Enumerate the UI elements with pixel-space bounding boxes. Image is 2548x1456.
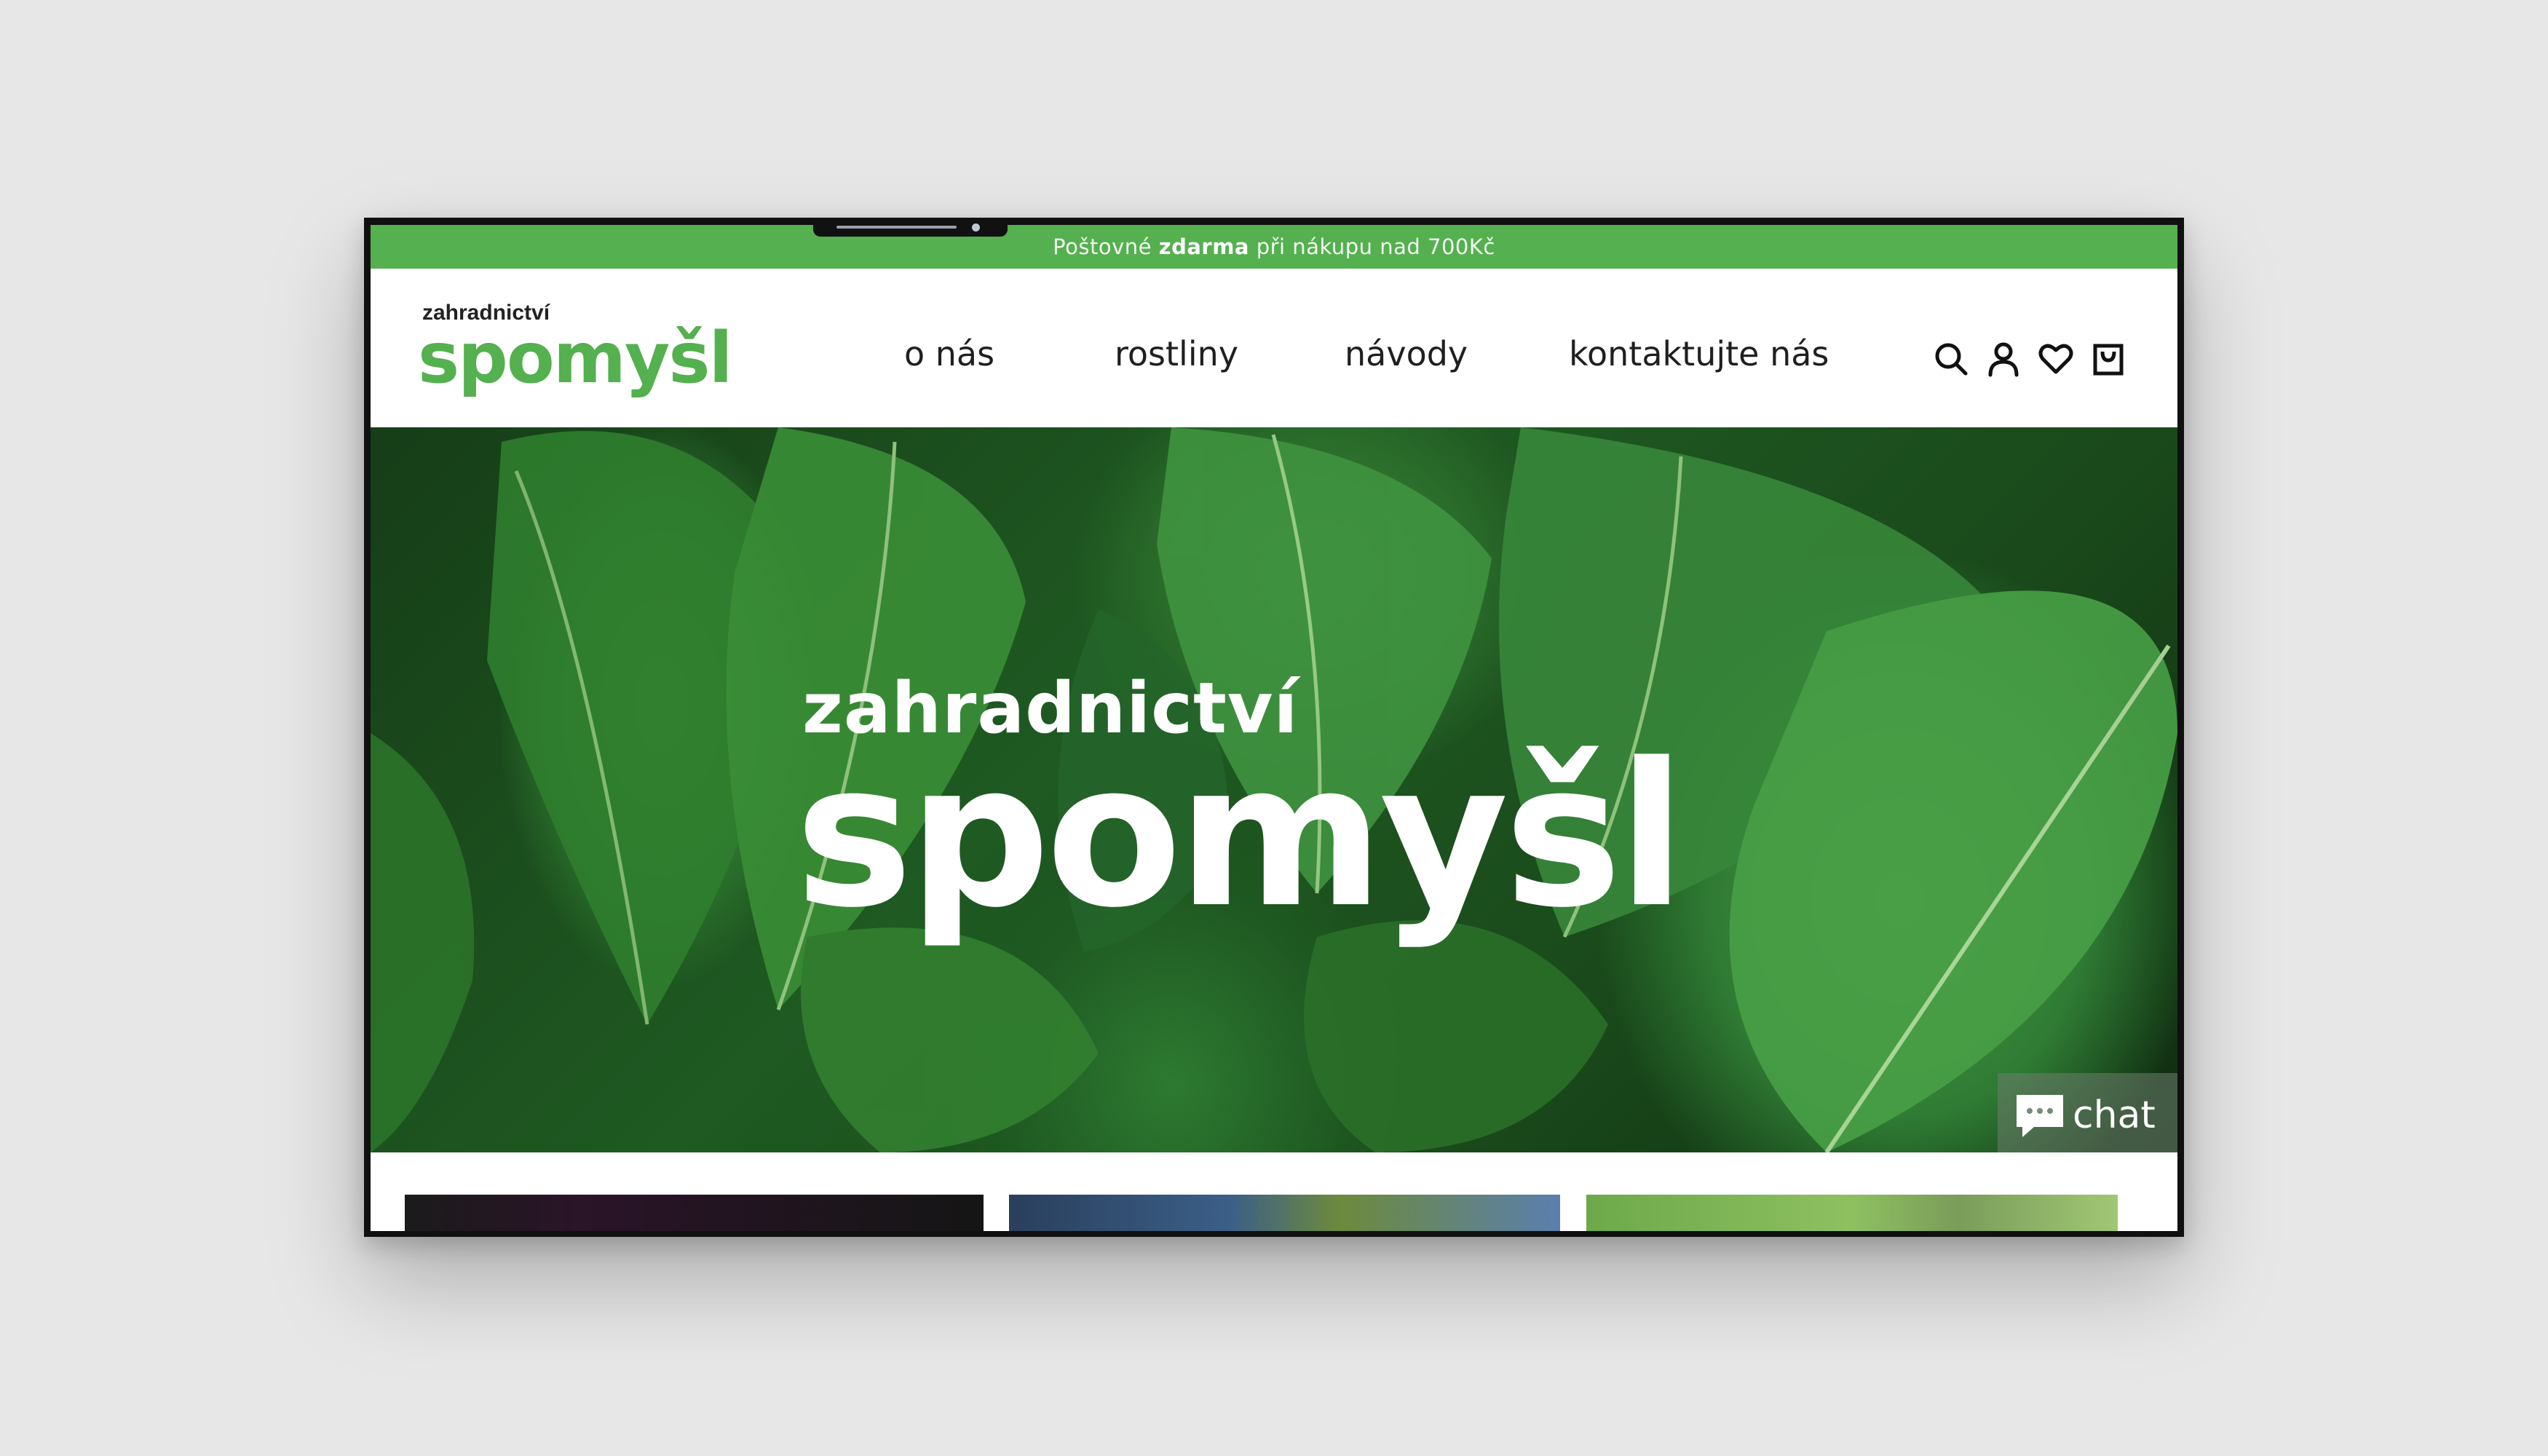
hero-banner: zahradnictví spomyšl chat	[371, 427, 2177, 1152]
chat-label: chat	[2073, 1093, 2156, 1137]
chat-bubble-icon	[2017, 1095, 2063, 1137]
nav-item-kontakt[interactable]: kontaktujte nás	[1569, 334, 1829, 373]
card-image-2[interactable]	[1009, 1195, 1560, 1231]
site-logo[interactable]: zahradnictví spomyšl	[418, 301, 732, 399]
card-image-1[interactable]	[405, 1195, 984, 1231]
site-header: zahradnictví spomyšl o nás rostliny návo…	[371, 269, 2177, 427]
promo-suffix: při nákupu nad 700Kč	[1256, 234, 1495, 259]
bag-icon[interactable]	[2089, 340, 2127, 378]
nav-item-o-nas[interactable]: o nás	[904, 334, 994, 373]
promo-highlight: zdarma	[1158, 234, 1249, 259]
hero-title: zahradnictví spomyšl	[795, 668, 1685, 935]
logo-title: spomyšl	[418, 317, 732, 399]
heart-icon[interactable]	[2037, 340, 2075, 378]
product-cards-row	[371, 1152, 2177, 1231]
nav-item-rostliny[interactable]: rostliny	[1115, 334, 1238, 373]
search-icon[interactable]	[1932, 340, 1970, 378]
hero-brand: spomyšl	[795, 721, 1685, 951]
promo-prefix: Poštovné	[1053, 234, 1152, 259]
promo-bar: Poštovné zdarma při nákupu nad 700Kč	[371, 225, 2177, 269]
user-icon[interactable]	[1985, 340, 2022, 378]
camera-notch	[813, 218, 1008, 237]
notch-bar	[836, 226, 957, 229]
website-screen: Poštovné zdarma při nákupu nad 700Kč zah…	[371, 225, 2177, 1231]
card-image-3[interactable]	[1586, 1195, 2118, 1231]
nav-item-navody[interactable]: návody	[1345, 334, 1468, 373]
chat-button[interactable]: chat	[1998, 1073, 2177, 1152]
camera-dot	[972, 223, 980, 232]
